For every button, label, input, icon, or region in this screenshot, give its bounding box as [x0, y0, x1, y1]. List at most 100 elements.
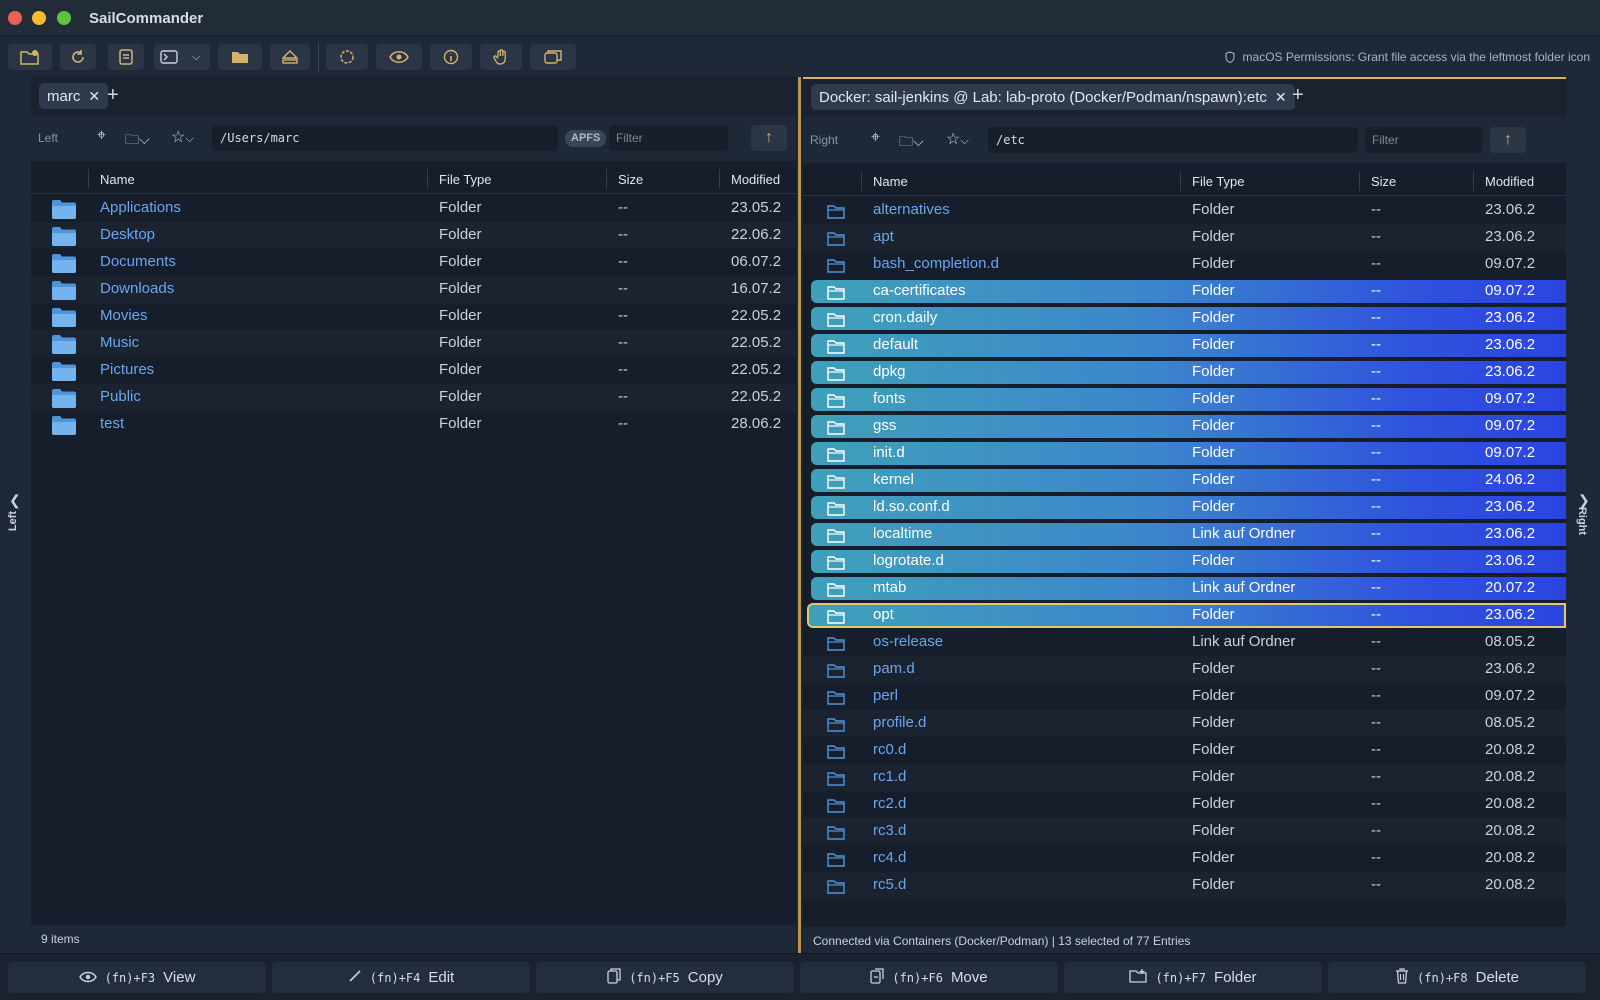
table-row[interactable]: Pictures Folder -- 22.05.2: [31, 357, 796, 384]
table-row[interactable]: default Folder -- 23.06.2: [803, 332, 1566, 359]
table-row[interactable]: kernel Folder -- 24.06.2: [803, 467, 1566, 494]
touch-button[interactable]: [480, 44, 522, 70]
table-row[interactable]: Documents Folder -- 06.07.2: [31, 249, 796, 276]
fkey-edit-button[interactable]: (fn)+F4 Edit: [272, 962, 530, 993]
fkey-folder-button[interactable]: (fn)+F7 Folder: [1064, 962, 1322, 993]
table-row[interactable]: ld.so.conf.d Folder -- 23.06.2: [803, 494, 1566, 521]
left-up-button[interactable]: ↑: [751, 125, 787, 151]
refresh-icon: [72, 50, 84, 63]
col-size[interactable]: Size: [1371, 174, 1396, 189]
right-tab[interactable]: Docker: sail-jenkins @ Lab: lab-proto (D…: [811, 84, 1295, 110]
file-modified: 09.07.2: [1485, 390, 1536, 407]
right-filter-input[interactable]: Filter: [1365, 127, 1482, 153]
select-button[interactable]: [326, 44, 368, 70]
table-row[interactable]: dpkg Folder -- 23.06.2: [803, 359, 1566, 386]
table-row[interactable]: Desktop Folder -- 22.06.2: [31, 222, 796, 249]
table-row[interactable]: Movies Folder -- 22.05.2: [31, 303, 796, 330]
eject-button[interactable]: [270, 44, 310, 70]
table-row[interactable]: logrotate.d Folder -- 23.06.2: [803, 548, 1566, 575]
table-row[interactable]: Applications Folder -- 23.05.2: [31, 195, 796, 222]
col-size[interactable]: Size: [618, 172, 643, 187]
table-row[interactable]: fonts Folder -- 09.07.2: [803, 386, 1566, 413]
folder-menu-icon[interactable]: 🗀⌵: [125, 129, 150, 153]
left-tab[interactable]: marc ✕: [39, 83, 109, 109]
table-row[interactable]: os-release Link auf Ordner -- 08.05.2: [803, 629, 1566, 656]
star-icon[interactable]: ☆⌵: [946, 129, 969, 149]
file-type: Folder: [1192, 363, 1235, 380]
col-name[interactable]: Name: [100, 172, 135, 187]
preview-button[interactable]: [376, 44, 422, 70]
table-row[interactable]: gss Folder -- 09.07.2: [803, 413, 1566, 440]
terminal-button[interactable]: ⌵: [154, 44, 210, 70]
table-row[interactable]: opt Folder -- 23.06.2: [803, 602, 1566, 629]
table-row[interactable]: rc4.d Folder -- 20.08.2: [803, 845, 1566, 872]
file-modified: 23.06.2: [1485, 498, 1536, 515]
fkey-delete-button[interactable]: (fn)+F8 Delete: [1328, 962, 1586, 993]
table-row[interactable]: profile.d Folder -- 08.05.2: [803, 710, 1566, 737]
close-window-button[interactable]: [8, 11, 22, 25]
file-modified: 23.06.2: [1485, 552, 1536, 569]
table-row[interactable]: apt Folder -- 23.06.2: [803, 224, 1566, 251]
eye-icon: [389, 51, 409, 63]
fkey-view-button[interactable]: (fn)+F3 View: [8, 962, 266, 993]
folder-icon: [827, 582, 845, 601]
star-icon[interactable]: ☆⌵: [171, 127, 194, 147]
add-tab-icon[interactable]: +: [1292, 84, 1304, 107]
folder-menu-icon[interactable]: 🗀⌵: [899, 131, 924, 155]
table-row[interactable]: Public Folder -- 22.05.2: [31, 384, 796, 411]
file-name: rc1.d: [873, 768, 907, 785]
panel-divider[interactable]: [796, 77, 803, 953]
left-rail[interactable]: ❮ Left: [0, 77, 31, 953]
table-row[interactable]: mtab Link auf Ordner -- 20.07.2: [803, 575, 1566, 602]
col-modified[interactable]: Modified: [731, 172, 780, 187]
table-row[interactable]: rc1.d Folder -- 20.08.2: [803, 764, 1566, 791]
table-row[interactable]: bash_completion.d Folder -- 09.07.2: [803, 251, 1566, 278]
table-row[interactable]: rc0.d Folder -- 20.08.2: [803, 737, 1566, 764]
folder-icon: [827, 528, 845, 547]
crosshair-icon[interactable]: ⌖: [871, 129, 880, 147]
grant-access-folder-button[interactable]: [8, 44, 52, 70]
fkey-copy-button[interactable]: (fn)+F5 Copy: [536, 962, 794, 993]
table-row[interactable]: init.d Folder -- 09.07.2: [803, 440, 1566, 467]
table-row[interactable]: alternatives Folder -- 23.06.2: [803, 197, 1566, 224]
windows-button[interactable]: [530, 44, 576, 70]
file-type: Folder: [1192, 255, 1235, 272]
table-row[interactable]: cron.daily Folder -- 23.06.2: [803, 305, 1566, 332]
archive-button[interactable]: [108, 44, 144, 70]
col-type[interactable]: File Type: [1192, 174, 1245, 189]
refresh-button[interactable]: [60, 44, 96, 70]
table-row[interactable]: localtime Link auf Ordner -- 23.06.2: [803, 521, 1566, 548]
chevron-down-icon[interactable]: ⌵: [192, 51, 200, 64]
table-row[interactable]: Downloads Folder -- 16.07.2: [31, 276, 796, 303]
col-name[interactable]: Name: [873, 174, 908, 189]
right-pathbar: Right ⌖ 🗀⌵ ☆⌵ /etc Filter ↑: [803, 117, 1566, 163]
table-row[interactable]: perl Folder -- 09.07.2: [803, 683, 1566, 710]
table-row[interactable]: test Folder -- 28.06.2: [31, 411, 796, 438]
table-row[interactable]: rc3.d Folder -- 20.08.2: [803, 818, 1566, 845]
maximize-window-button[interactable]: [57, 11, 71, 25]
right-path-input[interactable]: /etc: [988, 127, 1358, 153]
table-row[interactable]: rc5.d Folder -- 20.08.2: [803, 872, 1566, 899]
close-icon[interactable]: ✕: [88, 88, 100, 105]
app-title: SailCommander: [89, 10, 204, 27]
right-rail[interactable]: ❯ Right: [1566, 77, 1600, 953]
fkey-label: Folder: [1214, 969, 1257, 986]
right-up-button[interactable]: ↑: [1490, 127, 1526, 153]
minimize-window-button[interactable]: [32, 11, 46, 25]
close-icon[interactable]: ✕: [1275, 89, 1287, 106]
left-path-input[interactable]: /Users/marc: [212, 125, 558, 151]
col-modified[interactable]: Modified: [1485, 174, 1534, 189]
file-type: Folder: [1192, 552, 1235, 569]
table-row[interactable]: pam.d Folder -- 23.06.2: [803, 656, 1566, 683]
table-row[interactable]: ca-certificates Folder -- 09.07.2: [803, 278, 1566, 305]
folder-icon: [827, 663, 845, 682]
col-type[interactable]: File Type: [439, 172, 492, 187]
crosshair-icon[interactable]: ⌖: [97, 127, 106, 145]
add-tab-icon[interactable]: +: [107, 84, 119, 107]
info-button[interactable]: [430, 44, 472, 70]
table-row[interactable]: rc2.d Folder -- 20.08.2: [803, 791, 1566, 818]
fkey-move-button[interactable]: (fn)+F6 Move: [800, 962, 1058, 993]
open-folder-button[interactable]: [218, 44, 262, 70]
table-row[interactable]: Music Folder -- 22.05.2: [31, 330, 796, 357]
left-filter-input[interactable]: Filter: [609, 125, 728, 151]
